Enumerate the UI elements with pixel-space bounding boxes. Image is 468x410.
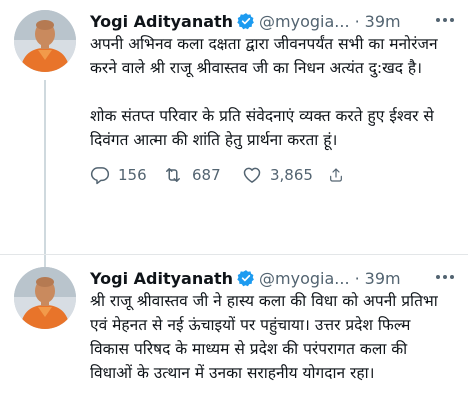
tweet-header: Yogi Adityanath @myogia... · 39m (90, 267, 456, 289)
reply-button[interactable]: 156 (90, 165, 162, 185)
more-options-button[interactable] (434, 267, 456, 287)
tweet-paragraph: अपनी अभिनव कला दक्षता द्वारा जीवनपर्यंत … (90, 35, 438, 77)
tweet-2[interactable]: Yogi Adityanath @myogia... · 39m श्री रा… (0, 254, 468, 410)
tweet-thread: Yogi Adityanath @myogia... · 39m अपनी अभ… (0, 0, 468, 410)
author-handle[interactable]: @myogia... (259, 12, 350, 31)
tweet-1[interactable]: Yogi Adityanath @myogia... · 39m अपनी अभ… (0, 0, 468, 268)
retweet-icon (166, 168, 180, 182)
tweet-paragraph: श्री राजू श्रीवास्तव जी ने हास्य कला की … (90, 292, 438, 382)
retweet-button[interactable]: 687 (162, 165, 242, 185)
tweet-timestamp[interactable]: 39m (365, 12, 401, 31)
avatar[interactable] (14, 10, 76, 72)
tweet-text: श्री राजू श्रीवास्तव जी ने हास्य कला की … (90, 289, 456, 385)
more-options-button[interactable] (434, 10, 456, 30)
tweet-paragraph: शोक संतप्त परिवार के प्रति संवेदनाएं व्य… (90, 107, 434, 149)
tweet-content: Yogi Adityanath @myogia... · 39m अपनी अभ… (90, 10, 456, 254)
verified-badge-icon (237, 12, 255, 30)
tweet-content: Yogi Adityanath @myogia... · 39m श्री रा… (90, 267, 456, 410)
more-options-icon (436, 275, 454, 279)
share-button[interactable] (328, 165, 352, 185)
tweet-header: Yogi Adityanath @myogia... · 39m (90, 10, 456, 32)
author-handle[interactable]: @myogia... (259, 269, 350, 288)
reply-count: 156 (118, 166, 147, 184)
avatar-column (14, 267, 90, 410)
thread-connector-line (44, 80, 46, 268)
verified-badge-icon (237, 269, 255, 287)
tweet-actions: 156 687 3,865 (90, 162, 456, 188)
reply-icon (90, 167, 110, 185)
avatar[interactable] (14, 267, 76, 329)
like-icon (243, 167, 261, 183)
like-button[interactable]: 3,865 (242, 165, 328, 185)
author-name[interactable]: Yogi Adityanath (90, 269, 233, 288)
tweet-timestamp[interactable]: 39m (365, 269, 401, 288)
more-options-icon (436, 18, 454, 22)
share-icon (330, 168, 342, 182)
like-count: 3,865 (270, 166, 313, 184)
tweet-text: अपनी अभिनव कला दक्षता द्वारा जीवनपर्यंत … (90, 32, 456, 152)
header-separator: · (354, 268, 360, 288)
retweet-count: 687 (192, 166, 221, 184)
header-separator: · (354, 11, 360, 31)
avatar-column (14, 10, 90, 268)
author-name[interactable]: Yogi Adityanath (90, 12, 233, 31)
